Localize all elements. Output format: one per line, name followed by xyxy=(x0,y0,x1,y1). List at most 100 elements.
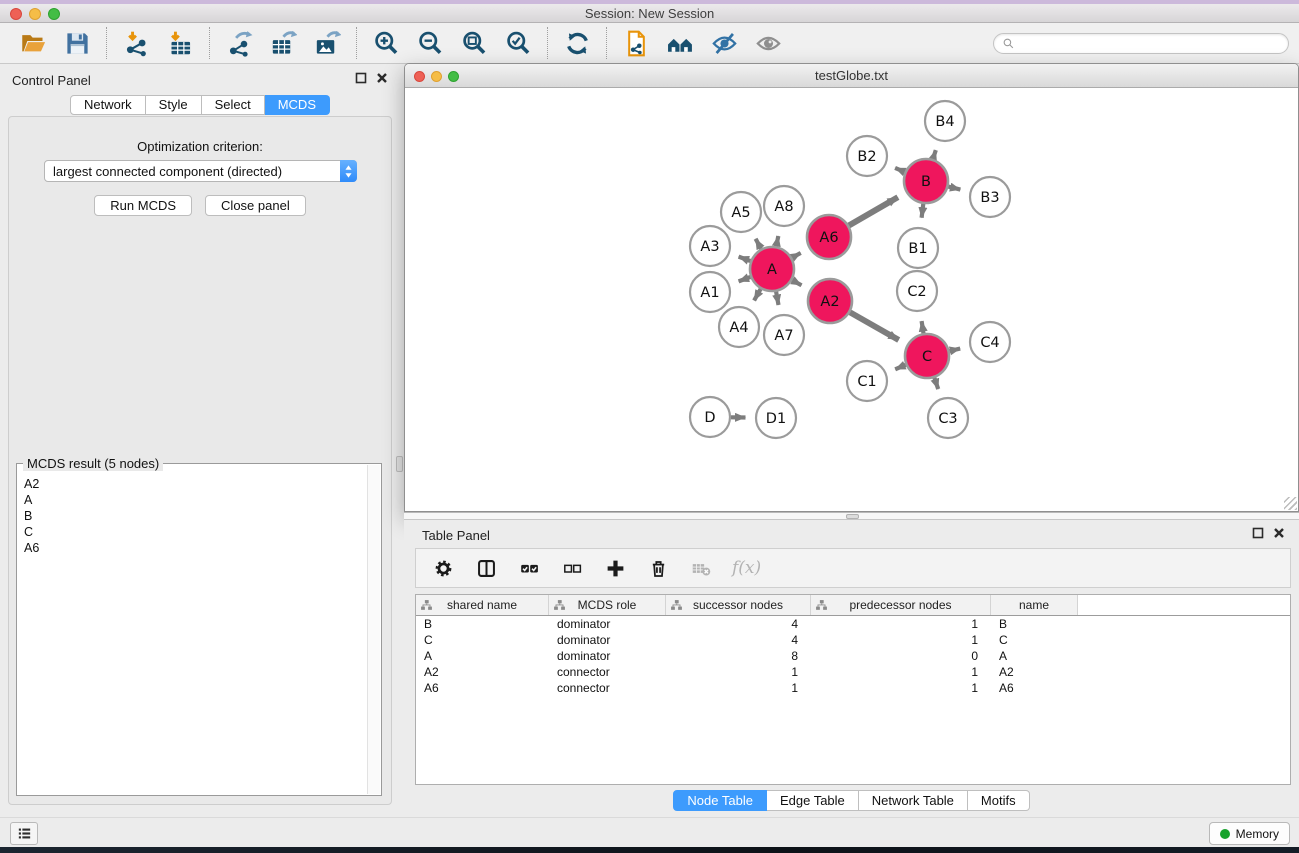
graph-edge-A-A4[interactable] xyxy=(754,289,761,301)
horizontal-split-divider[interactable] xyxy=(404,512,1299,520)
tab-node-table[interactable]: Node Table xyxy=(673,790,767,811)
tab-style[interactable]: Style xyxy=(146,95,202,115)
deselect-all-rows-button[interactable] xyxy=(560,556,584,580)
select-all-rows-button[interactable] xyxy=(517,556,541,580)
column-header-MCDS-role[interactable]: MCDS role xyxy=(549,595,666,615)
create-new-column-button[interactable] xyxy=(603,556,627,580)
graph-node-B4[interactable]: B4 xyxy=(925,101,965,141)
column-header-predecessor-nodes[interactable]: predecessor nodes xyxy=(811,595,991,615)
graph-node-A[interactable]: A xyxy=(750,247,794,291)
table-cell[interactable]: 1 xyxy=(811,633,991,647)
tab-motifs[interactable]: Motifs xyxy=(968,790,1030,811)
close-window-button[interactable] xyxy=(10,8,22,20)
table-cell[interactable]: C xyxy=(416,633,549,647)
result-scrollbar[interactable] xyxy=(367,465,380,794)
show-all-hidden-button[interactable] xyxy=(752,28,784,58)
graph-edge-A-A7[interactable] xyxy=(776,292,778,305)
tab-network-table[interactable]: Network Table xyxy=(859,790,968,811)
table-row[interactable]: A2connector11A2 xyxy=(416,664,1290,680)
graph-node-B1[interactable]: B1 xyxy=(898,228,938,268)
import-table-from-file-button[interactable] xyxy=(164,28,196,58)
graph-edge-B-B4[interactable] xyxy=(933,150,936,159)
new-network-from-selection-button[interactable] xyxy=(620,28,652,58)
close-panel-button-2[interactable]: Close panel xyxy=(205,195,306,216)
search-box[interactable] xyxy=(993,33,1289,54)
network-minimize-button[interactable] xyxy=(431,71,442,82)
export-image-button[interactable] xyxy=(311,28,343,58)
memory-button[interactable]: Memory xyxy=(1209,822,1290,845)
table-cell[interactable]: 1 xyxy=(811,681,991,695)
table-cell[interactable]: 1 xyxy=(666,665,811,679)
graph-node-C2[interactable]: C2 xyxy=(897,271,937,311)
open-session-button[interactable] xyxy=(17,28,49,58)
graph-edge-A-A1[interactable] xyxy=(739,277,751,281)
mcds-result-item[interactable]: A6 xyxy=(24,540,366,556)
graph-edge-A-A5[interactable] xyxy=(756,239,761,249)
import-network-from-file-button[interactable] xyxy=(120,28,152,58)
network-close-button[interactable] xyxy=(414,71,425,82)
graph-edge-A2-C[interactable] xyxy=(850,312,899,340)
table-cell[interactable]: B xyxy=(991,617,1078,631)
column-header-name[interactable]: name xyxy=(991,595,1078,615)
mcds-result-item[interactable]: B xyxy=(24,508,366,524)
graph-node-B3[interactable]: B3 xyxy=(970,177,1010,217)
graph-node-C[interactable]: C xyxy=(905,334,949,378)
close-panel-button[interactable] xyxy=(376,72,388,84)
table-cell[interactable]: A6 xyxy=(991,681,1078,695)
table-cell[interactable]: 1 xyxy=(811,665,991,679)
export-network-button[interactable] xyxy=(223,28,255,58)
table-cell[interactable]: dominator xyxy=(549,649,666,663)
graph-node-A8[interactable]: A8 xyxy=(764,186,804,226)
table-cell[interactable]: B xyxy=(416,617,549,631)
graph-edge-A-A8[interactable] xyxy=(776,236,778,246)
task-history-button[interactable] xyxy=(10,822,38,845)
graph-edge-B-B1[interactable] xyxy=(922,204,924,218)
graph-edge-B-B2[interactable] xyxy=(895,168,905,172)
table-row[interactable]: A6connector11A6 xyxy=(416,680,1290,696)
table-cell[interactable]: A xyxy=(991,649,1078,663)
graph-node-A6[interactable]: A6 xyxy=(807,215,851,259)
table-cell[interactable]: connector xyxy=(549,681,666,695)
float-panel-button[interactable] xyxy=(355,72,367,84)
column-header-shared-name[interactable]: shared name xyxy=(416,595,549,615)
table-cell[interactable]: 8 xyxy=(666,649,811,663)
search-input[interactable] xyxy=(1020,36,1280,50)
hide-selected-button[interactable] xyxy=(708,28,740,58)
table-cell[interactable]: dominator xyxy=(549,617,666,631)
graph-edge-B-B3[interactable] xyxy=(948,187,960,190)
table-cell[interactable]: A xyxy=(416,649,549,663)
graph-node-B[interactable]: B xyxy=(904,159,948,203)
graph-node-A2[interactable]: A2 xyxy=(808,279,852,323)
graph-edge-A-A2[interactable] xyxy=(792,280,801,285)
table-cell[interactable]: C xyxy=(991,633,1078,647)
mcds-result-item[interactable]: A xyxy=(24,492,366,508)
table-cell[interactable]: 4 xyxy=(666,617,811,631)
first-neighbors-of-selected-button[interactable] xyxy=(664,28,696,58)
zoom-fit-content-button[interactable] xyxy=(458,28,490,58)
graph-edge-A6-B[interactable] xyxy=(849,197,898,225)
zoom-in-button[interactable] xyxy=(370,28,402,58)
table-mode-button[interactable] xyxy=(431,556,455,580)
mcds-result-item[interactable]: A2 xyxy=(24,476,366,492)
table-row[interactable]: Bdominator41B xyxy=(416,616,1290,632)
table-row[interactable]: Cdominator41C xyxy=(416,632,1290,648)
apply-preferred-layout-button[interactable] xyxy=(561,28,593,58)
tab-select[interactable]: Select xyxy=(202,95,265,115)
float-table-panel-button[interactable] xyxy=(1252,527,1264,539)
table-cell[interactable]: 1 xyxy=(666,681,811,695)
graph-node-A1[interactable]: A1 xyxy=(690,272,730,312)
column-header-successor-nodes[interactable]: successor nodes xyxy=(666,595,811,615)
tab-network[interactable]: Network xyxy=(70,95,146,115)
graph-edge-C-C3[interactable] xyxy=(934,378,938,389)
table-cell[interactable]: 4 xyxy=(666,633,811,647)
table-cell[interactable]: 0 xyxy=(811,649,991,663)
delete-table-button[interactable] xyxy=(689,556,713,580)
mcds-result-item[interactable]: C xyxy=(24,524,366,540)
graph-edge-C-C2[interactable] xyxy=(922,321,924,333)
graph-edge-A-A3[interactable] xyxy=(739,257,751,261)
table-cell[interactable]: dominator xyxy=(549,633,666,647)
graph-edge-C-C4[interactable] xyxy=(950,349,961,351)
delete-columns-button[interactable] xyxy=(646,556,670,580)
table-cell[interactable]: A6 xyxy=(416,681,549,695)
graph-node-A5[interactable]: A5 xyxy=(721,192,761,232)
